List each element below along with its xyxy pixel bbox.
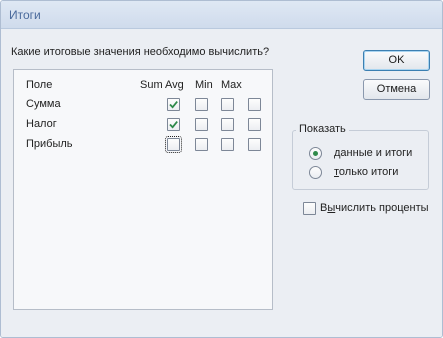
min-checkbox[interactable]	[221, 138, 234, 151]
column-header-field: Поле	[26, 79, 53, 91]
data-and-totals-radio[interactable]	[309, 147, 322, 160]
totals-only-label[interactable]: только итоги	[334, 166, 398, 178]
summary-question-label: Какие итоговые значения необходимо вычис…	[11, 46, 270, 58]
min-checkbox[interactable]	[221, 98, 234, 111]
ok-button[interactable]: OK	[363, 50, 430, 71]
max-checkbox[interactable]	[248, 118, 261, 131]
column-header-max: Max	[221, 79, 242, 91]
sum-checkbox[interactable]	[167, 118, 180, 131]
column-header-min: Min	[195, 79, 213, 91]
field-label: Налог	[26, 118, 57, 130]
summary-options-dialog: Итоги Какие итоговые значения необходимо…	[0, 0, 443, 338]
column-header-avg: Avg	[165, 79, 184, 91]
checkmark-icon	[169, 101, 178, 109]
avg-checkbox[interactable]	[195, 98, 208, 111]
field-label: Сумма	[26, 98, 61, 110]
label-rest: числить проценты	[335, 202, 429, 214]
checkmark-icon	[169, 121, 178, 129]
window-title: Итоги	[9, 8, 41, 22]
avg-checkbox[interactable]	[195, 138, 208, 151]
totals-only-radio[interactable]	[309, 166, 322, 179]
calculate-percent-label[interactable]: Вычислить проценты	[320, 202, 429, 214]
data-and-totals-label[interactable]: данные и итоги	[334, 147, 412, 159]
sum-checkbox[interactable]	[167, 98, 180, 111]
avg-checkbox[interactable]	[195, 118, 208, 131]
calculate-percent-checkbox[interactable]	[303, 202, 316, 215]
radio-selected-dot	[313, 151, 318, 156]
sum-checkbox[interactable]	[165, 136, 182, 153]
summary-fields-table: Поле Sum Avg Min Max Сумма Налог Прибыль	[13, 69, 273, 310]
option-text: олько итоги	[338, 166, 399, 178]
dialog-body: Какие итоговые значения необходимо вычис…	[1, 30, 442, 337]
show-options-group	[292, 130, 429, 190]
field-label: Прибыль	[26, 138, 73, 150]
max-checkbox[interactable]	[248, 138, 261, 151]
column-header-sum: Sum	[140, 79, 163, 91]
cancel-button[interactable]: Отмена	[363, 79, 430, 100]
option-text: анные и итоги	[340, 147, 413, 159]
show-group-legend: Показать	[296, 123, 349, 135]
min-checkbox[interactable]	[221, 118, 234, 131]
title-bar: Итоги	[1, 1, 442, 29]
max-checkbox[interactable]	[248, 98, 261, 111]
